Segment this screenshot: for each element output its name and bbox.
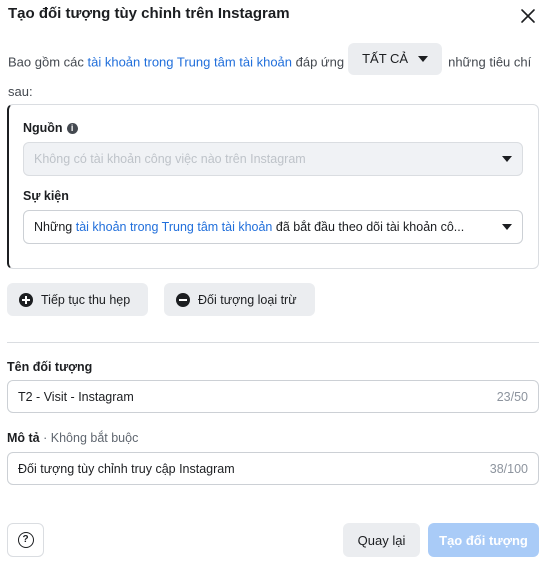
event-label: Sự kiện <box>23 189 69 203</box>
criteria-prefix: Bao gồm các <box>8 54 88 70</box>
chevron-down-icon <box>502 224 512 230</box>
question-icon: ? <box>17 532 34 548</box>
criteria-middle: đáp ứng <box>292 54 345 70</box>
exclude-audience-button[interactable]: Đối tượng loại trừ <box>164 283 315 316</box>
close-icon[interactable] <box>518 6 538 26</box>
audience-name-label: Tên đối tượng <box>7 360 93 374</box>
match-type-dropdown[interactable]: TẤT CẢ <box>348 43 443 75</box>
source-placeholder: Không có tài khoản công việc nào trên In… <box>34 152 306 166</box>
dialog-title: Tạo đối tượng tùy chỉnh trên Instagram <box>8 5 290 22</box>
event-value: Những tài khoản trong Trung tâm tài khoả… <box>34 220 502 234</box>
rule-card <box>7 104 539 269</box>
description-input[interactable]: Đối tượng tùy chỉnh truy cập Instagram 3… <box>7 452 539 485</box>
audience-name-input[interactable]: T2 - Visit - Instagram 23/50 <box>7 380 539 413</box>
event-link: tài khoản trong Trung tâm tài khoản <box>75 220 273 234</box>
match-type-value: TẤT CẢ <box>362 51 409 66</box>
source-label: Nguồn <box>23 121 63 135</box>
chevron-down-icon <box>502 156 512 162</box>
create-audience-button[interactable]: Tạo đối tượng <box>428 523 539 557</box>
optional-tag: · Không bắt buộc <box>39 431 139 445</box>
minus-circle-icon <box>176 292 190 307</box>
event-prefix: Những <box>34 220 76 234</box>
accounts-center-link[interactable]: tài khoản trong Trung tâm tài khoản <box>88 54 293 69</box>
info-icon[interactable]: i <box>66 123 78 135</box>
event-suffix: đã bắt đầu theo dõi tài khoản cô... <box>272 220 465 234</box>
description-label: Mô tả <box>7 431 40 445</box>
description-label-row: Mô tả · Không bắt buộc <box>7 431 138 445</box>
chevron-down-icon <box>418 56 429 62</box>
help-button[interactable]: ? <box>7 523 44 557</box>
source-label-row: Nguồn i <box>23 121 78 135</box>
audience-name-counter: 23/50 <box>496 389 528 404</box>
narrow-further-button[interactable]: Tiếp tục thu hẹp <box>7 283 148 316</box>
source-select[interactable]: Không có tài khoản công việc nào trên In… <box>23 142 523 176</box>
divider <box>7 342 539 343</box>
event-select[interactable]: Những tài khoản trong Trung tâm tài khoả… <box>23 210 523 244</box>
back-button[interactable]: Quay lại <box>343 523 420 557</box>
description-value: Đối tượng tùy chỉnh truy cập Instagram <box>18 461 235 476</box>
audience-name-value: T2 - Visit - Instagram <box>18 389 134 404</box>
criteria-description: Bao gồm các tài khoản trong Trung tâm tà… <box>8 43 543 105</box>
narrow-further-label: Tiếp tục thu hẹp <box>41 292 131 307</box>
exclude-audience-label: Đối tượng loại trừ <box>198 292 297 307</box>
description-counter: 38/100 <box>489 461 528 476</box>
plus-circle-icon <box>19 292 33 307</box>
